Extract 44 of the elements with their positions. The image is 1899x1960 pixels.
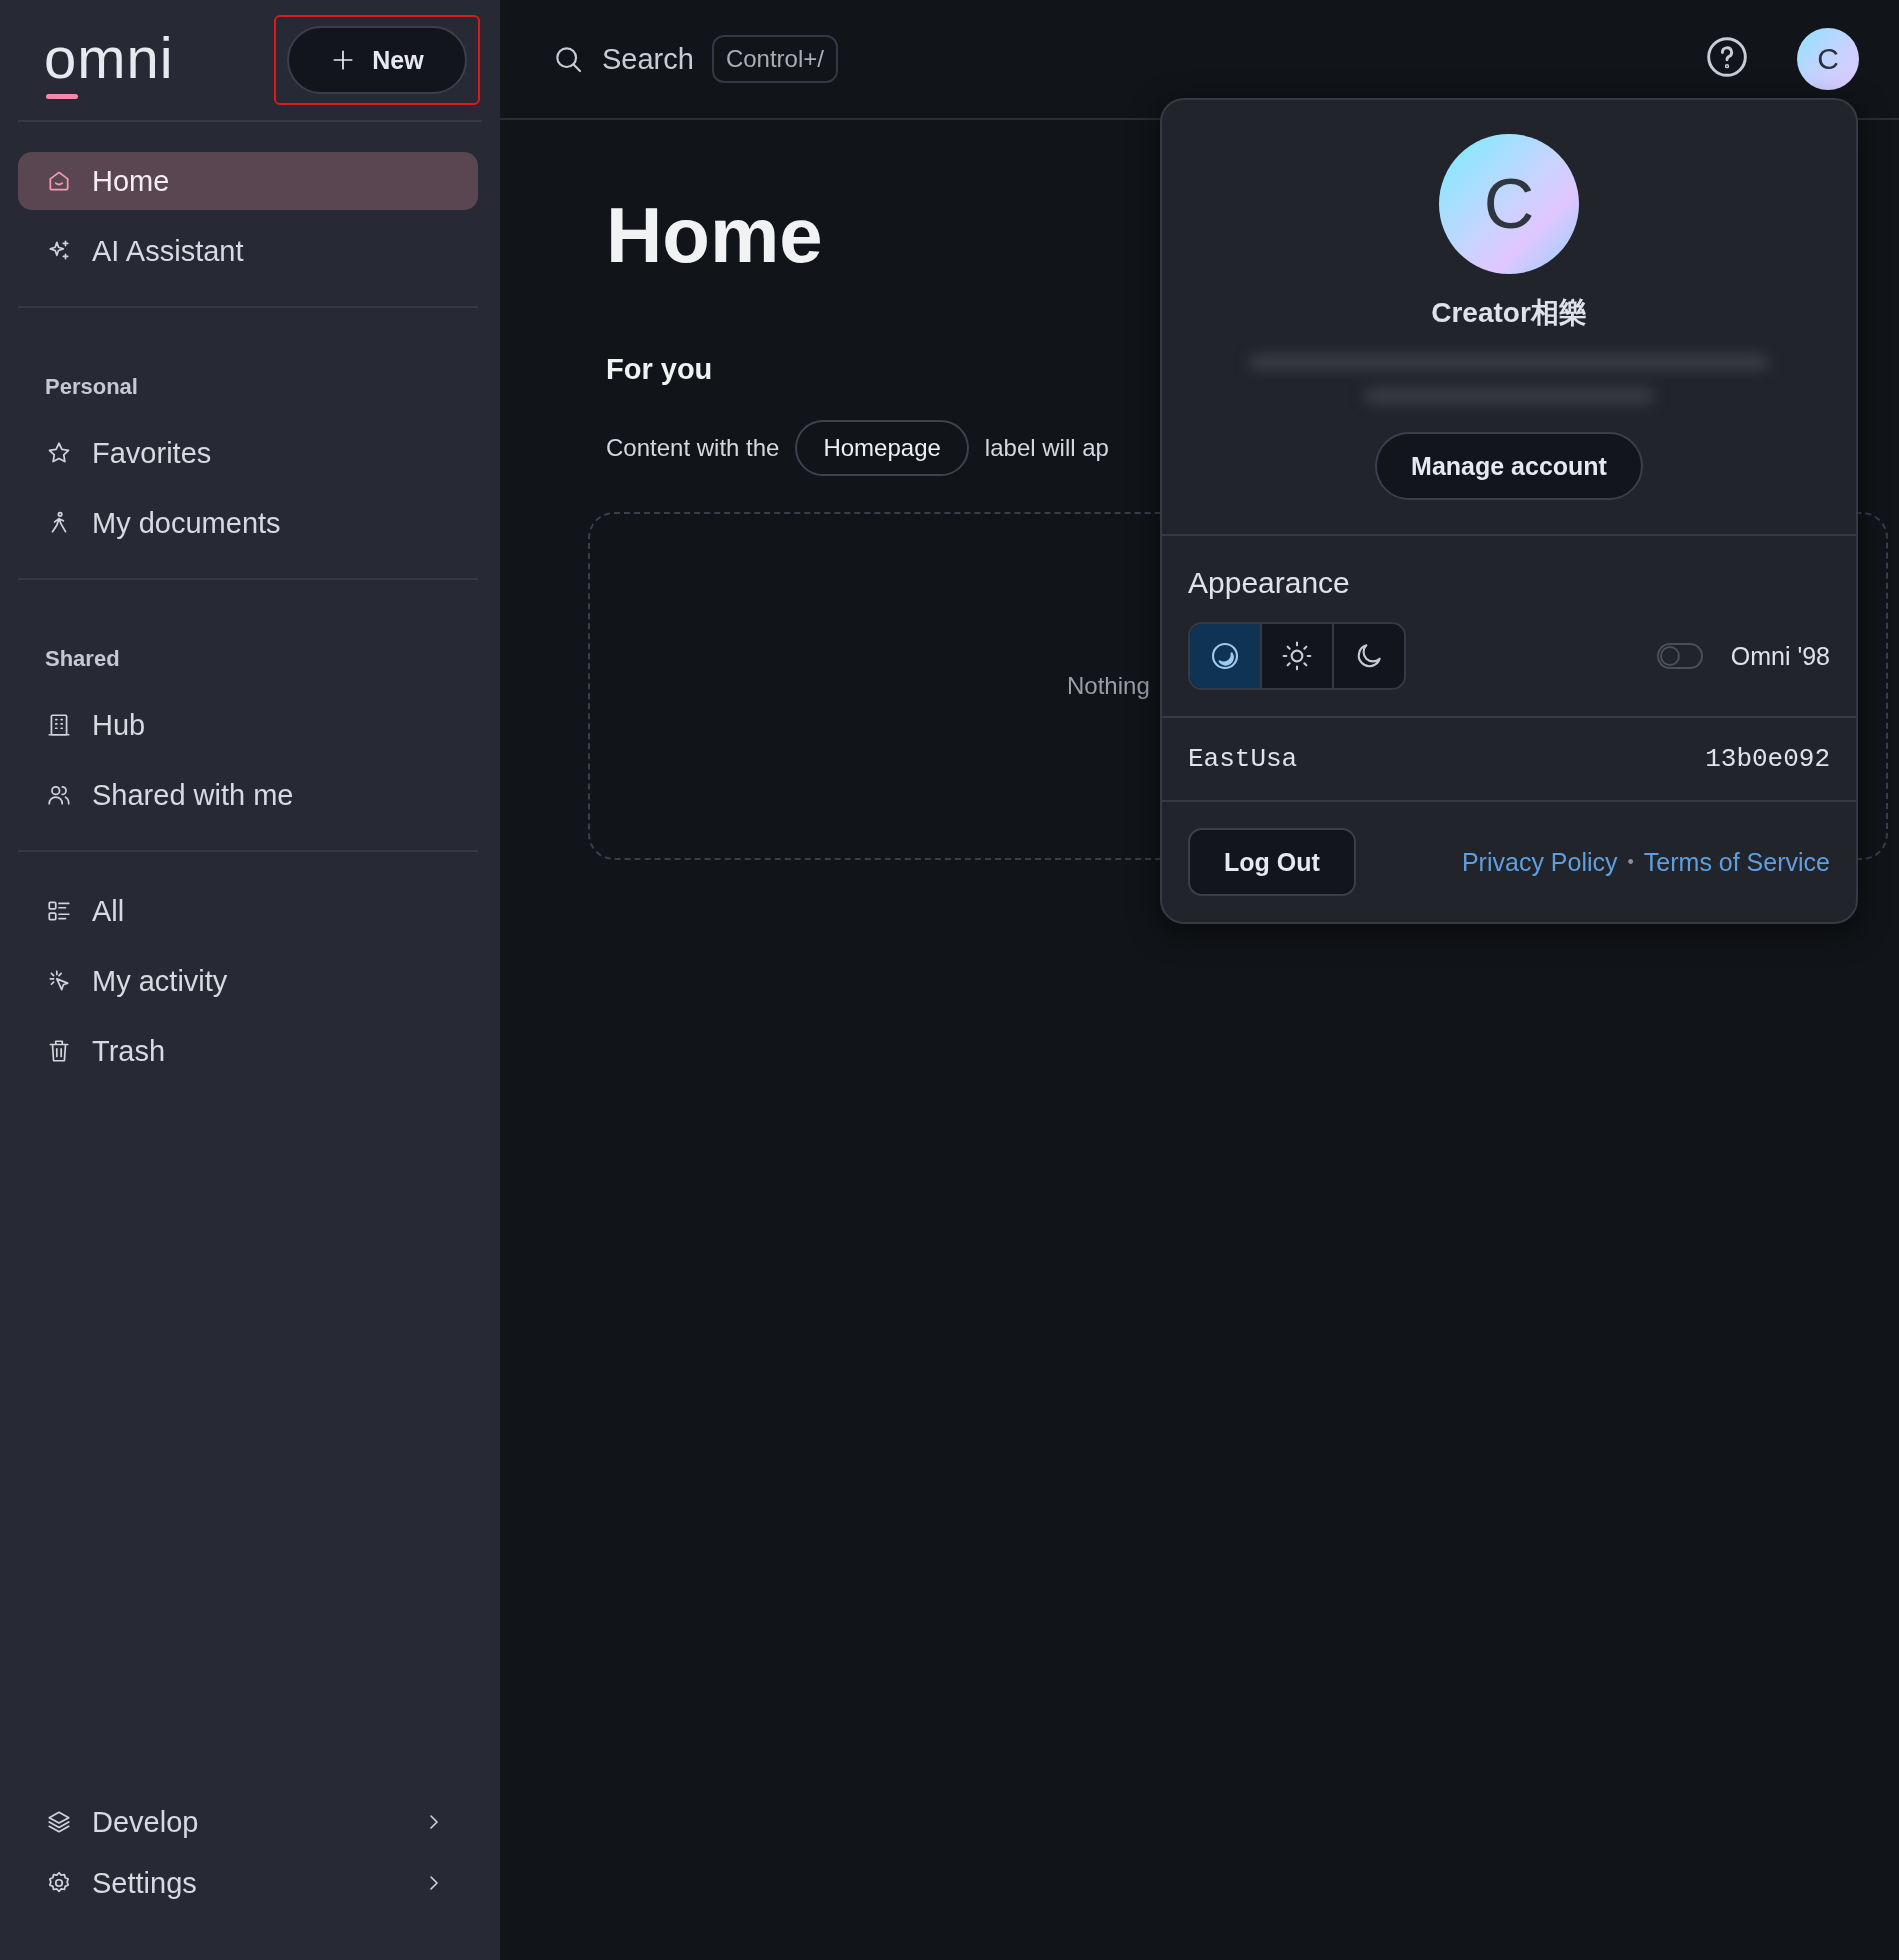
sun-icon [1281,640,1313,672]
sidebar-item[interactable]: Trash [18,1022,478,1080]
empty-state-text: Nothing [1067,672,1150,700]
layers-icon [46,1809,72,1835]
omni-logo[interactable]: omni [44,29,174,101]
page-title: Home [606,190,823,281]
version-text: 13b0e092 [1705,744,1830,774]
sidebar-item[interactable]: Home [18,152,478,210]
user-avatar[interactable]: C [1797,28,1859,90]
new-button[interactable]: New [287,26,467,94]
trash-icon [46,1038,72,1064]
building-icon [46,712,72,738]
sidebar-item[interactable]: All [18,882,478,940]
section-heading: Shared [44,646,121,673]
section-title: For you [606,353,713,386]
sidebar-item[interactable]: Shared with me [18,766,478,824]
sidebar-item[interactable]: Hub [18,696,478,754]
help-icon [1705,35,1749,79]
user-name: Creator相樂 [1431,296,1587,330]
toggle-switch[interactable] [1656,643,1703,669]
label-tag: Homepage [795,420,969,476]
section-heading: Personal [44,374,139,401]
sidebar-item[interactable]: Settings [18,1854,478,1912]
hint-text: Content with the [606,434,780,462]
region-text: EastUsa [1188,744,1298,774]
appearance-heading: Appearance [1188,566,1351,600]
log-out-button[interactable]: Log Out [1188,828,1356,896]
separator-dot: • [1627,851,1634,873]
hint-text: label will ap [984,434,1109,462]
sidebar-item[interactable]: My activity [18,952,478,1010]
sidebar-item[interactable]: Favorites [18,424,478,482]
theme-option[interactable] [1190,624,1260,688]
terms-link[interactable]: Terms of Service [1643,847,1830,877]
sidebar-item[interactable]: My documents [18,494,478,552]
search-field[interactable]: Search [602,42,694,76]
profile-avatar: C [1439,134,1579,274]
auto-theme-icon [1209,640,1241,672]
privacy-policy-link[interactable]: Privacy Policy [1461,847,1618,877]
sidebar-item[interactable]: Develop [18,1793,478,1851]
list-icon [46,898,72,924]
shortcut-hint: Control+/ [711,35,838,83]
sidebar-item[interactable]: AI Assistant [18,222,478,280]
manage-account-button[interactable]: Manage account [1375,432,1643,500]
toggle-label: Omni '98 [1730,641,1830,671]
